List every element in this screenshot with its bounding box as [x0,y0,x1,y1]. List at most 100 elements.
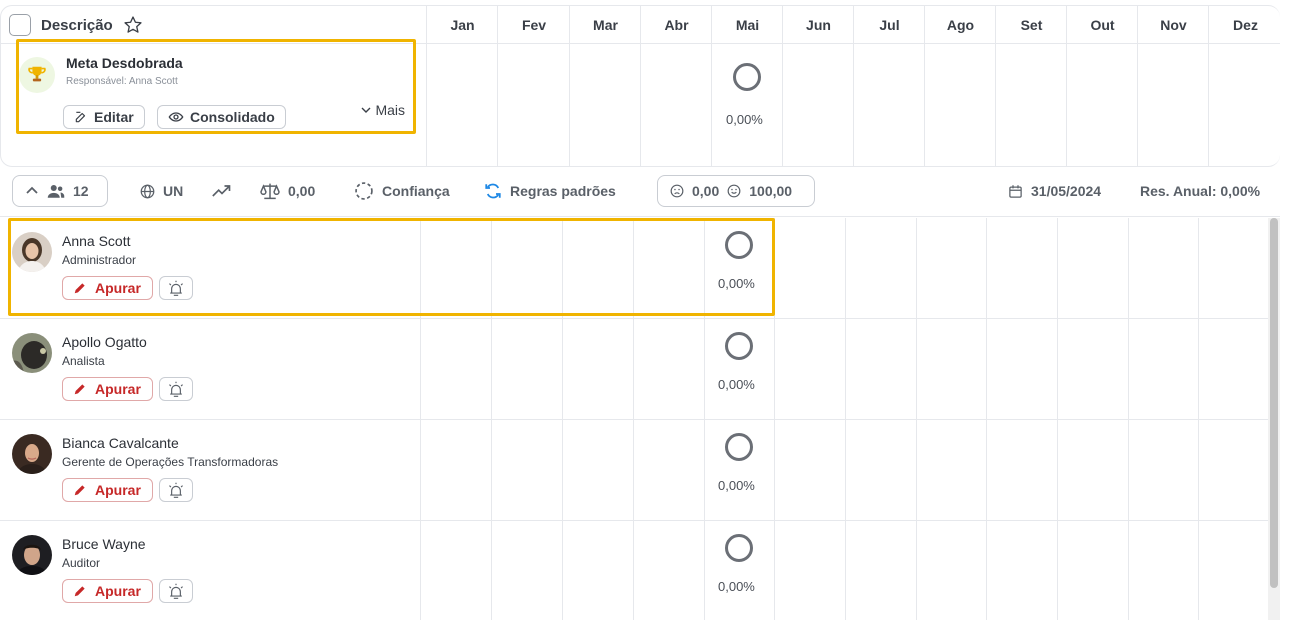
month-cell [633,218,704,318]
status-circle-icon[interactable] [733,63,761,91]
consolidated-label: Consolidado [190,109,275,125]
month-cell [420,218,491,318]
avatar [12,434,52,474]
pencil-icon [74,384,85,395]
goal-may-value: 0,00% [726,112,763,127]
month-cell [1057,420,1128,520]
people-toggle-button[interactable]: 12 [12,175,108,207]
status-circle-icon[interactable] [725,332,753,360]
scrollbar-thumb[interactable] [1270,218,1278,588]
month-cell-mai: 0,00% [704,420,774,520]
month-col-mar: Mar [569,6,640,166]
month-col-fev: Fev [497,6,569,166]
month-col-abr: Abr [640,6,711,166]
month-cell [774,420,845,520]
month-col-nov: Nov [1137,6,1208,166]
apurar-button[interactable]: Apurar [62,478,153,502]
month-cell [1057,521,1128,620]
may-value: 0,00% [718,478,755,493]
month-cell [774,319,845,419]
month-col-dez: Dez [1208,6,1280,166]
person-role: Auditor [62,556,101,570]
status-circle-icon[interactable] [725,534,753,562]
date-value: 31/05/2024 [1031,183,1102,199]
may-value: 0,00% [718,377,755,392]
person-role: Administrador [62,253,137,267]
star-icon[interactable] [123,15,143,35]
person-name: Bruce Wayne [62,536,146,552]
goal-responsible: Responsável: Anna Scott [66,76,178,87]
month-cell [633,521,704,620]
person-role: Gerente de Operações Transformadoras [62,455,279,469]
list-item: Apollo Ogatto Analista Apurar 0,00% [0,319,1268,420]
goal-toolbar: 12 UN 0,00 Confiança Regras padrões 0,00… [0,167,1280,217]
alarm-icon [169,381,183,397]
goal-summary: Meta Desdobrada Responsável: Anna Scott … [16,39,416,134]
apurar-label: Apurar [95,381,141,397]
alarm-icon [169,280,183,296]
month-cell [845,319,916,419]
month-cell-mai: 0,00% [704,218,774,318]
globe-icon [140,184,155,198]
range-button[interactable]: 0,00 100,00 [657,175,815,207]
scale-icon [260,183,280,200]
edit-button[interactable]: Editar [63,105,145,129]
avatar [12,232,52,272]
apurar-button[interactable]: Apurar [62,276,153,300]
alarm-button[interactable] [159,579,193,603]
month-col-ago: Ago [924,6,995,166]
confidence-indicator[interactable]: Confiança [354,175,450,207]
apurar-button[interactable]: Apurar [62,579,153,603]
select-all-checkbox[interactable] [9,14,31,36]
alarm-button[interactable] [159,276,193,300]
month-col-set: Set [995,6,1066,166]
month-label: Jan [450,17,475,33]
month-label: Mar [593,17,618,33]
alarm-button[interactable] [159,377,193,401]
users-icon [47,185,65,198]
date-indicator[interactable]: 31/05/2024 [1008,175,1101,207]
trend-indicator[interactable] [212,175,232,207]
pencil-icon [74,586,85,597]
refresh-icon [485,183,501,199]
month-cell [916,319,986,419]
apurar-button[interactable]: Apurar [62,377,153,401]
month-cell [916,420,986,520]
weight-indicator[interactable]: 0,00 [260,175,315,207]
month-cell [774,521,845,620]
alarm-icon [169,583,183,599]
month-cell [845,420,916,520]
month-label: Abr [664,17,689,33]
month-cell [491,319,562,419]
person-role: Analista [62,354,105,368]
annual-result: Res. Anual: 0,00% [1140,183,1261,199]
month-label: Set [1020,17,1043,33]
more-dropdown[interactable]: Mais [361,102,405,118]
month-cell [1198,319,1268,419]
people-count: 12 [73,183,89,199]
vertical-scrollbar[interactable] [1268,218,1280,620]
month-cell [1128,420,1198,520]
trend-up-icon [212,185,231,197]
month-cell [986,521,1057,620]
edit-label: Editar [94,109,134,125]
month-label: Ago [946,17,975,33]
month-label: Jun [806,17,831,33]
status-circle-icon[interactable] [725,433,753,461]
month-label: Fev [521,17,547,33]
month-cell [916,218,986,318]
month-cell [420,521,491,620]
rules-indicator[interactable]: Regras padrões [484,175,616,207]
month-cell [845,218,916,318]
unit-indicator[interactable]: UN [140,175,183,207]
month-cell [420,420,491,520]
month-cell [845,521,916,620]
month-label: Dez [1233,17,1258,33]
consolidated-button[interactable]: Consolidado [157,105,286,129]
month-col-jul: Jul [853,6,924,166]
status-circle-icon[interactable] [725,231,753,259]
apurar-label: Apurar [95,583,141,599]
description-label: Descrição [41,16,113,34]
alarm-button[interactable] [159,478,193,502]
calendar-icon [1009,184,1022,198]
